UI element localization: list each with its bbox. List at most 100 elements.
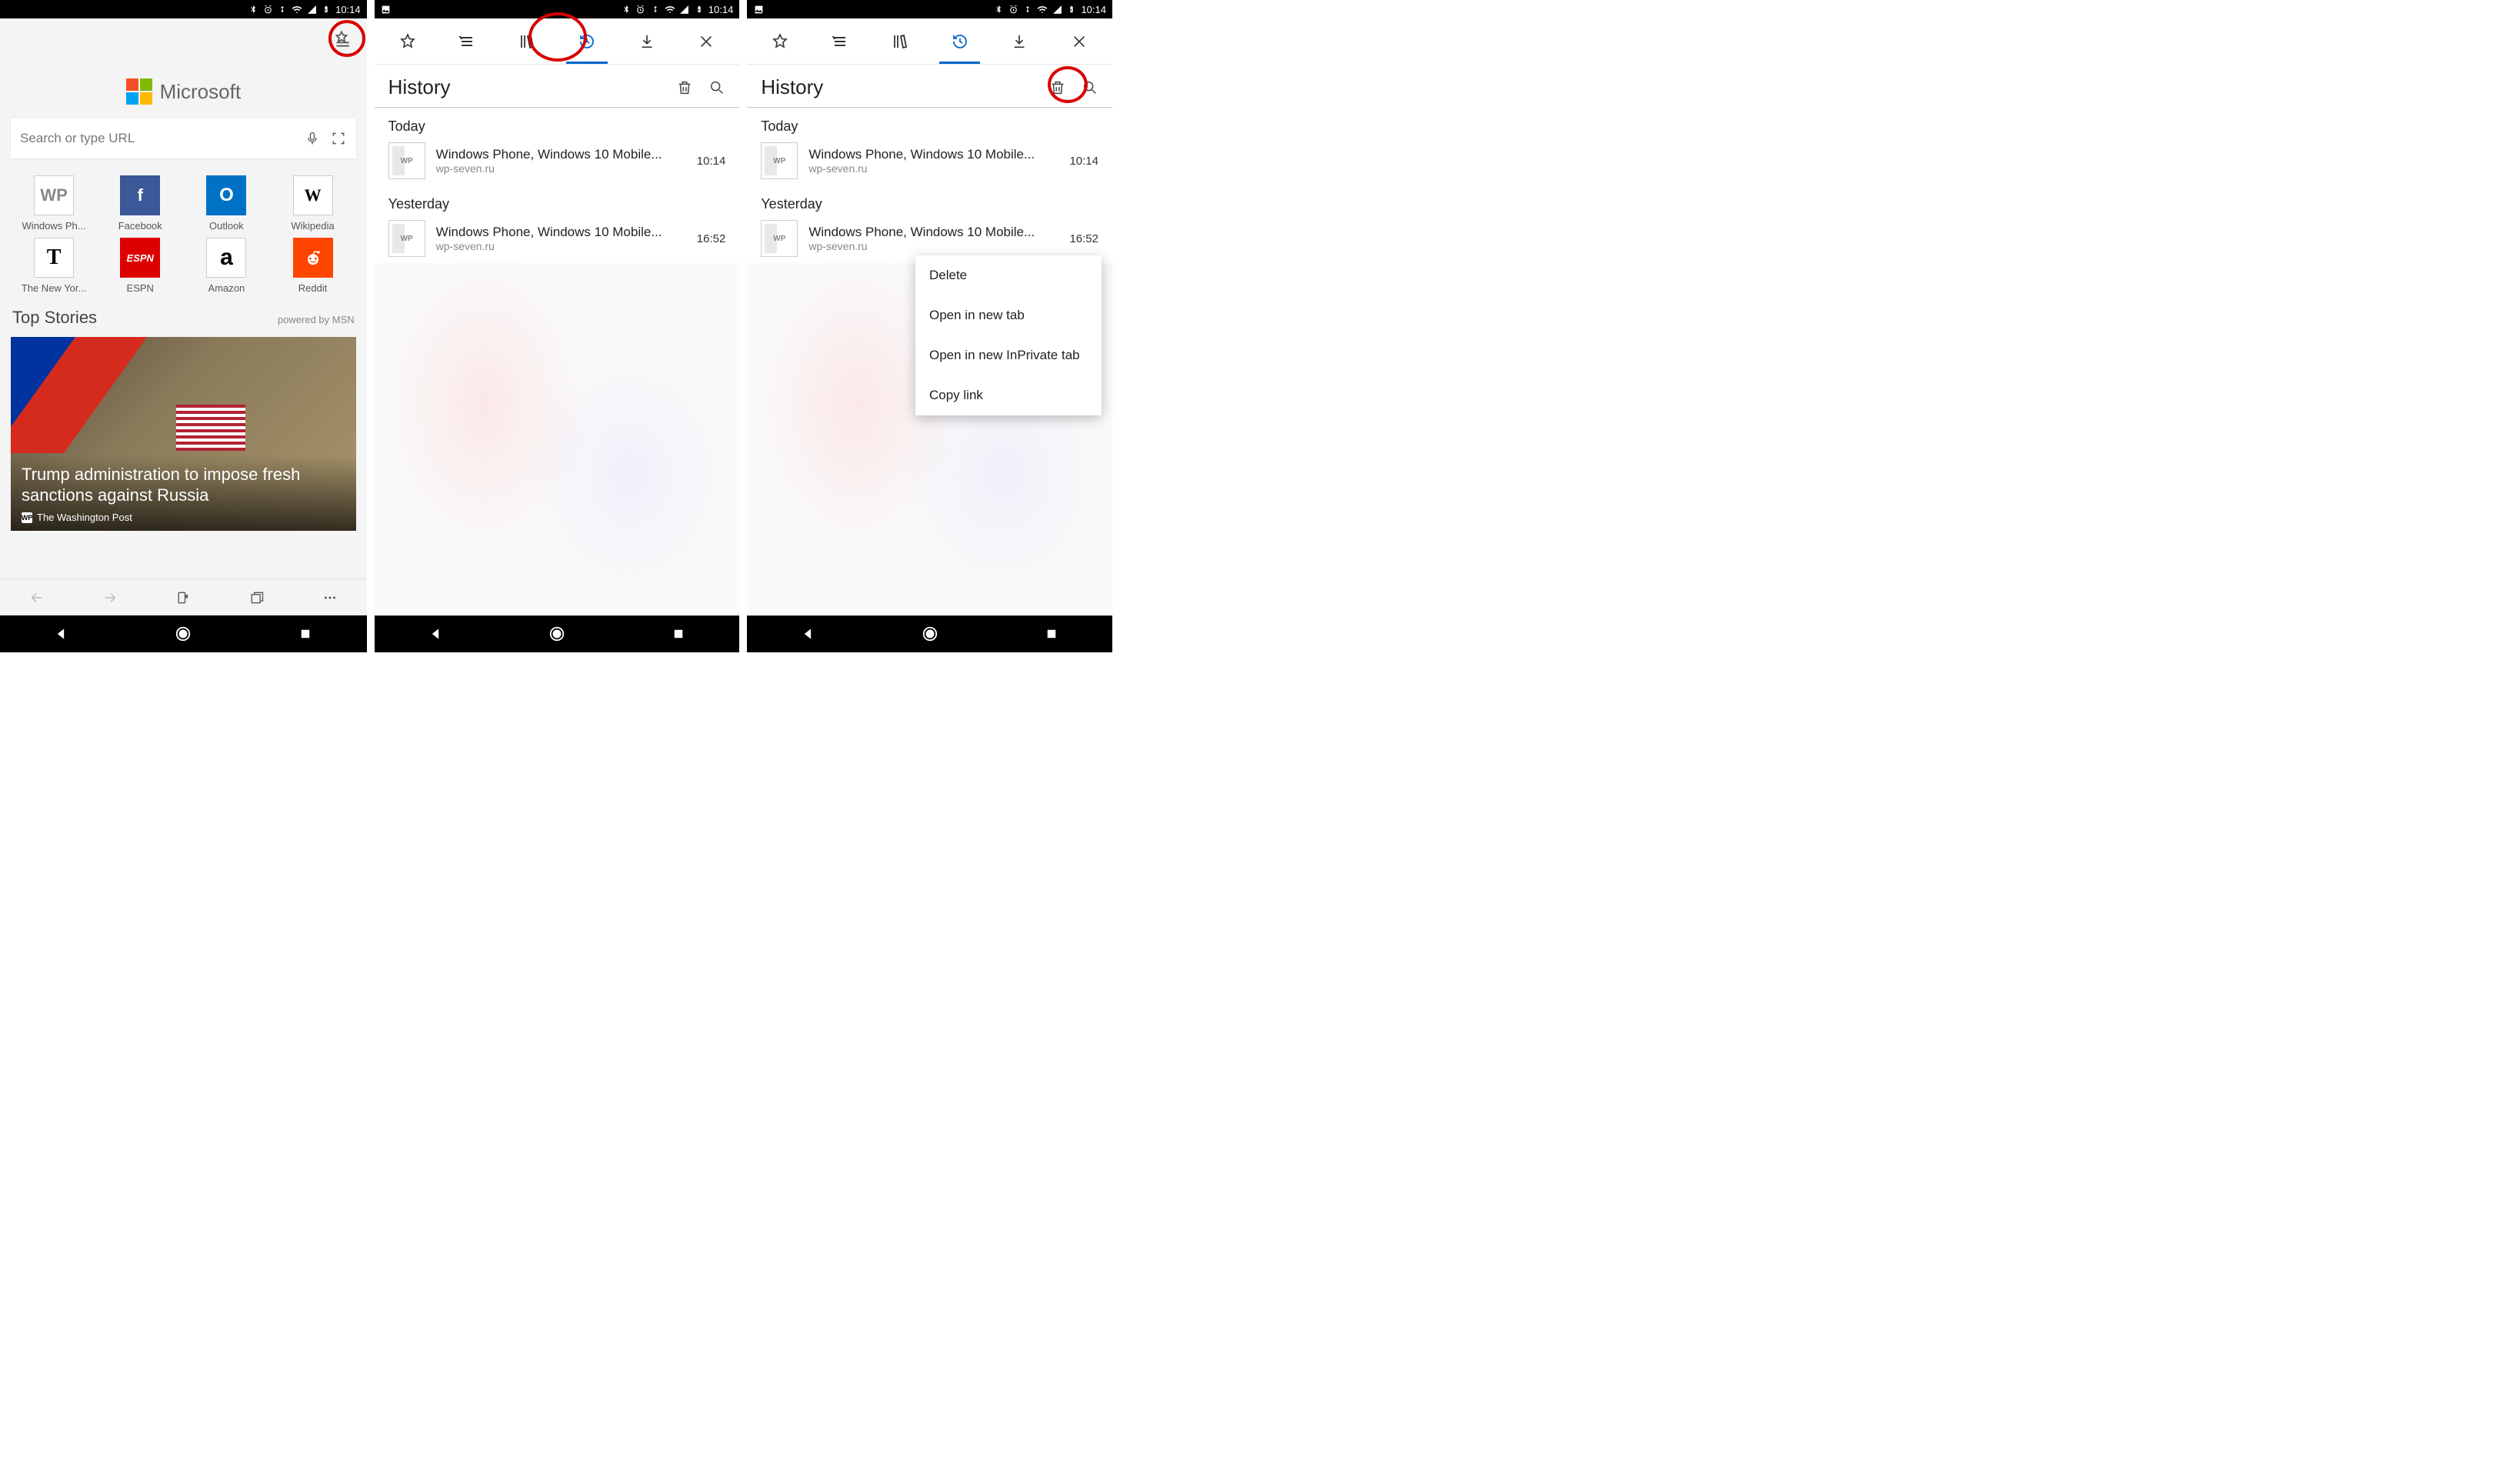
story-source: WP The Washington Post xyxy=(22,512,345,523)
nav-back-icon[interactable] xyxy=(798,625,817,643)
status-time: 10:14 xyxy=(708,4,734,15)
context-delete[interactable]: Delete xyxy=(915,255,1102,295)
screen-history: 10:14 History xyxy=(373,0,740,652)
history-favicon: WP xyxy=(388,142,425,179)
history-favicon: WP xyxy=(388,220,425,257)
hub-close-button[interactable] xyxy=(677,18,737,64)
tab-reading-list[interactable] xyxy=(437,18,497,64)
tile-outlook[interactable]: O Outlook xyxy=(183,175,269,232)
scan-icon[interactable] xyxy=(330,130,347,147)
battery-icon xyxy=(1066,4,1077,15)
history-item-time: 10:14 xyxy=(697,155,726,168)
bluetooth-icon xyxy=(621,4,632,15)
story-headline: Trump administration to impose fresh san… xyxy=(22,465,345,505)
tab-favorites[interactable] xyxy=(750,18,810,64)
address-bar[interactable]: Search or type URL xyxy=(11,118,356,158)
history-item-time: 16:52 xyxy=(1069,232,1098,245)
back-button[interactable] xyxy=(27,588,47,608)
bluetooth-icon xyxy=(993,4,1004,15)
powered-by-label: powered by MSN xyxy=(278,314,355,325)
tab-history[interactable] xyxy=(557,18,617,64)
tile-espn[interactable]: ESPN ESPN xyxy=(97,238,183,294)
nav-recent-icon[interactable] xyxy=(296,625,315,643)
history-item[interactable]: WP Windows Phone, Windows 10 Mobile... w… xyxy=(375,136,740,185)
tab-books[interactable] xyxy=(870,18,930,64)
tab-downloads[interactable] xyxy=(989,18,1049,64)
nav-home-icon[interactable] xyxy=(174,625,192,643)
browser-bottom-toolbar xyxy=(0,578,367,615)
share-button[interactable] xyxy=(173,588,193,608)
tab-downloads[interactable] xyxy=(617,18,677,64)
tile-windows-phone[interactable]: WP Windows Ph... xyxy=(11,175,97,232)
tab-history[interactable] xyxy=(930,18,990,64)
history-body: History Today WP Windows Phone, Windows … xyxy=(747,65,1112,615)
context-copy-link[interactable]: Copy link xyxy=(915,375,1102,415)
story-overlay: Trump administration to impose fresh san… xyxy=(11,455,356,531)
android-status-bar: 10:14 xyxy=(0,0,367,18)
tile-amazon[interactable]: a Amazon xyxy=(183,238,269,294)
history-item[interactable]: WP Windows Phone, Windows 10 Mobile... w… xyxy=(375,214,740,263)
nav-home-icon[interactable] xyxy=(548,625,566,643)
nav-home-icon[interactable] xyxy=(921,625,939,643)
alarm-icon xyxy=(635,4,646,15)
history-title: History xyxy=(388,75,451,99)
tab-books[interactable] xyxy=(497,18,557,64)
hub-button[interactable] xyxy=(322,26,361,52)
picture-icon xyxy=(381,4,392,15)
history-section-label: Today xyxy=(375,108,740,136)
history-header: History xyxy=(747,65,1112,108)
address-placeholder: Search or type URL xyxy=(20,131,295,146)
delete-all-button[interactable] xyxy=(1049,79,1066,96)
picture-icon xyxy=(753,4,764,15)
history-item-title: Windows Phone, Windows 10 Mobile... xyxy=(436,225,686,240)
wifi-icon xyxy=(1037,4,1048,15)
mic-icon[interactable] xyxy=(304,130,321,147)
story-source-icon: WP xyxy=(22,512,32,523)
tab-reading-list[interactable] xyxy=(810,18,870,64)
browser-top-toolbar xyxy=(0,18,367,60)
nav-back-icon[interactable] xyxy=(52,625,70,643)
delete-all-button[interactable] xyxy=(676,79,693,96)
screen-history-context: 10:14 History Today WP Windows xyxy=(745,0,1112,652)
android-status-bar: 10:14 xyxy=(747,0,1112,18)
tile-wikipedia[interactable]: W Wikipedia xyxy=(269,175,355,232)
history-title: History xyxy=(761,75,823,99)
nav-recent-icon[interactable] xyxy=(669,625,688,643)
status-time: 10:14 xyxy=(1081,4,1106,15)
screen-home: 10:14 Microsoft Search or type URL xyxy=(0,0,367,652)
history-item-time: 16:52 xyxy=(697,232,726,245)
search-history-button[interactable] xyxy=(708,79,725,96)
history-item[interactable]: WP Windows Phone, Windows 10 Mobile... w… xyxy=(747,136,1112,185)
wifi-icon xyxy=(292,4,302,15)
history-item-url: wp-seven.ru xyxy=(436,240,686,252)
story-source-text: The Washington Post xyxy=(37,512,132,523)
history-item-url: wp-seven.ru xyxy=(808,240,1058,252)
history-item-url: wp-seven.ru xyxy=(808,162,1058,175)
signal-icon xyxy=(306,4,317,15)
android-nav-bar xyxy=(375,615,740,652)
tabs-button[interactable] xyxy=(247,588,267,608)
battery-icon xyxy=(321,4,332,15)
tab-favorites[interactable] xyxy=(378,18,438,64)
microsoft-logo: Microsoft xyxy=(0,60,367,118)
news-story-card[interactable]: Trump administration to impose fresh san… xyxy=(11,337,356,531)
nav-recent-icon[interactable] xyxy=(1042,625,1061,643)
wifi-icon xyxy=(665,4,675,15)
hub-close-button[interactable] xyxy=(1049,18,1109,64)
blurred-background xyxy=(375,263,740,615)
history-item-title: Windows Phone, Windows 10 Mobile... xyxy=(808,147,1058,162)
more-button[interactable] xyxy=(320,588,340,608)
history-item-url: wp-seven.ru xyxy=(436,162,686,175)
tile-reddit[interactable]: Reddit xyxy=(269,238,355,294)
bluetooth-icon xyxy=(248,4,258,15)
nav-back-icon[interactable] xyxy=(426,625,445,643)
context-open-inprivate[interactable]: Open in new InPrivate tab xyxy=(915,335,1102,375)
tile-facebook[interactable]: f Facebook xyxy=(97,175,183,232)
forward-button[interactable] xyxy=(100,588,120,608)
signal-icon xyxy=(679,4,690,15)
top-sites-grid: WP Windows Ph... f Facebook O Outlook W … xyxy=(0,158,367,302)
tile-nytimes[interactable]: T The New Yor... xyxy=(11,238,97,294)
history-item-title: Windows Phone, Windows 10 Mobile... xyxy=(436,147,686,162)
search-history-button[interactable] xyxy=(1082,79,1098,96)
context-open-new-tab[interactable]: Open in new tab xyxy=(915,295,1102,335)
